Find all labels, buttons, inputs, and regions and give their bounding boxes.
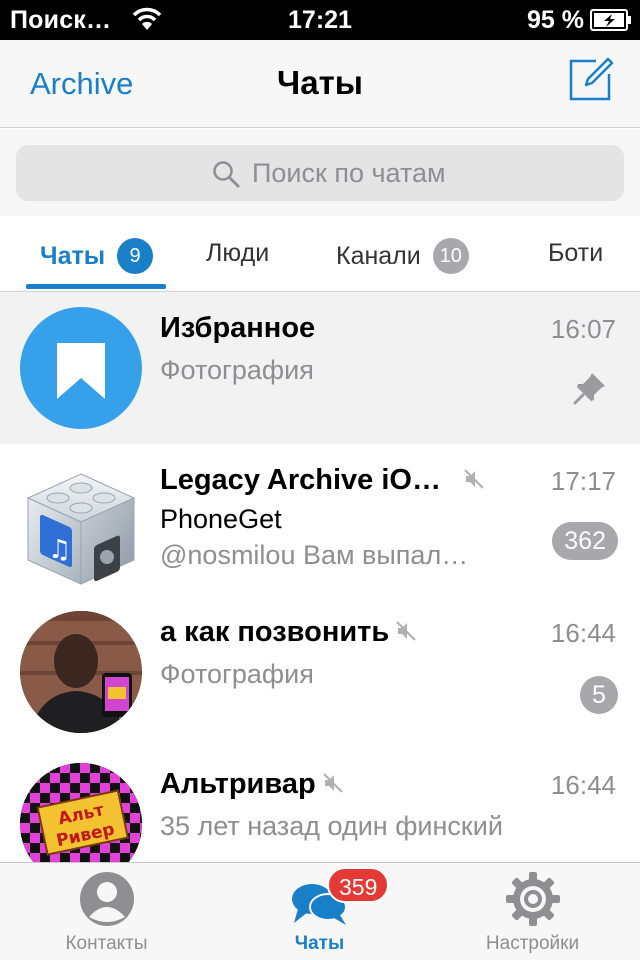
bookmark-avatar — [20, 307, 142, 429]
chat-sender: PhoneGet — [160, 504, 282, 534]
itunes-avatar: ♫ — [18, 464, 144, 590]
unread-badge: 362 — [552, 522, 618, 560]
chat-time: 17:17 — [550, 466, 616, 496]
tab-bar-settings[interactable]: Настройки — [426, 869, 639, 955]
tab-people[interactable]: Люди — [206, 238, 269, 292]
settings-icon — [426, 869, 639, 929]
tab-bar-label: Чаты — [294, 933, 345, 954]
altrivar-avatar: Альт Ривер — [20, 763, 142, 862]
bookmark-icon — [57, 343, 105, 399]
tab-bots[interactable]: Боти — [548, 238, 603, 292]
tab-channels[interactable]: Канали 10 — [336, 238, 469, 292]
chat-preview: Фотография — [160, 659, 314, 689]
mute-icon — [322, 769, 344, 802]
status-bar: Поиск… 17:21 95 % — [0, 0, 640, 40]
tab-bar: Контакты 359 Чаты Настройки — [0, 862, 640, 960]
chat-preview: 35 лет назад один финский — [160, 811, 503, 841]
chats-icon: 359 — [213, 867, 426, 929]
chat-time: 16:44 — [550, 770, 616, 800]
compose-icon[interactable] — [568, 56, 614, 102]
tab-label: Боти — [548, 238, 604, 267]
chat-name: а как позвонить — [160, 616, 417, 650]
tab-bar-contacts[interactable]: Контакты — [0, 869, 213, 955]
chat-row-saved-messages[interactable]: Избранное 16:07 Фотография — [0, 292, 640, 444]
chat-row-altrivar[interactable]: Альт Ривер Альтривар 16:44 35 лет назад … — [0, 748, 640, 862]
tab-label: Канали — [336, 241, 421, 270]
search-area: Поиск по чатам — [0, 129, 640, 216]
chat-name: Избранное — [160, 312, 316, 344]
chat-preview: Фотография — [160, 355, 314, 385]
mute-icon — [395, 617, 417, 650]
archive-button[interactable]: Archive — [30, 66, 133, 102]
battery-percent: 95 % — [527, 6, 584, 34]
chat-row-legacy-archive[interactable]: ♫ Legacy Archive iO… 17:17 PhoneGet @nos… — [0, 444, 640, 596]
contacts-icon — [0, 869, 213, 929]
tab-bar-chats[interactable]: 359 Чаты — [213, 867, 426, 955]
pin-icon — [572, 370, 608, 411]
tab-bar-label: Контакты — [65, 933, 148, 954]
chat-time: 16:07 — [550, 314, 616, 344]
search-placeholder: Поиск по чатам — [252, 158, 446, 188]
chat-name-text: а как позвонить — [160, 616, 390, 648]
mute-icon — [463, 465, 485, 498]
tab-label: Чаты — [40, 241, 106, 270]
chats-unread-badge: 359 — [327, 867, 390, 903]
svg-text:♫: ♫ — [48, 535, 71, 565]
filter-tabs: Чаты 9 Люди Канали 10 Боти — [0, 216, 640, 292]
chat-row-kak-pozvonit[interactable]: а как позвонить 16:44 Фотография 5 — [0, 596, 640, 748]
chat-list: Избранное 16:07 Фотография ♫ Legacy Arch… — [0, 292, 640, 862]
tab-label: Люди — [206, 238, 270, 267]
person-photo-avatar — [20, 611, 142, 733]
unread-badge: 5 — [580, 676, 618, 714]
chat-name-text: Legacy Archive iO… — [160, 464, 441, 496]
tab-badge: 9 — [117, 238, 154, 274]
navigation-bar: Archive Чаты — [0, 40, 640, 128]
tab-bar-label: Настройки — [485, 933, 580, 954]
search-icon — [212, 160, 240, 193]
chat-name: Альтривар — [160, 768, 344, 802]
active-tab-indicator — [26, 284, 166, 289]
chat-name-text: Альтривар — [160, 768, 316, 800]
tab-badge: 10 — [432, 238, 469, 274]
chat-name: Legacy Archive iO… — [160, 464, 485, 498]
chat-time: 16:44 — [550, 618, 616, 648]
search-input[interactable]: Поиск по чатам — [16, 145, 624, 201]
battery-icon — [590, 9, 632, 36]
chat-preview: @nosmilou Вам выпал… — [160, 540, 469, 570]
